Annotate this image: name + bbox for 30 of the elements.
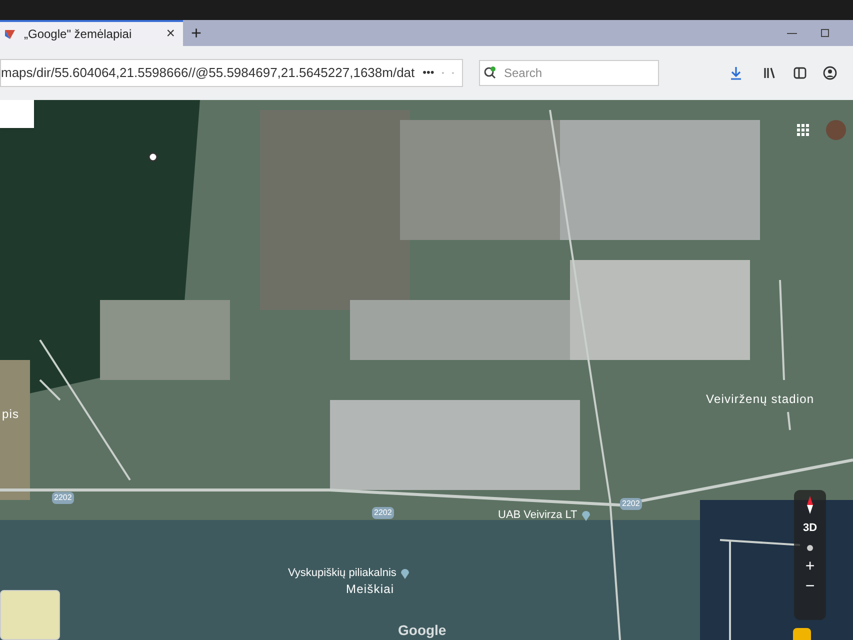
account-icon[interactable] — [823, 66, 837, 80]
pegman-icon[interactable] — [793, 628, 811, 640]
apps-grid-icon[interactable] — [797, 124, 809, 136]
address-bar[interactable]: maps/dir/55.604064,21.5598666//@55.5984697,21.5645227,1638m/dat ••• — [0, 59, 463, 87]
road-number: 2202 — [52, 492, 74, 504]
download-icon[interactable] — [729, 66, 743, 80]
tab-title: „Google" žemėlapiai — [24, 26, 133, 43]
place-label: Veivirženų stadion — [706, 391, 814, 408]
road-number: 2202 — [372, 507, 394, 519]
location-icon[interactable] — [807, 544, 813, 550]
minimize-icon[interactable] — [787, 32, 797, 34]
place-label: Meiškiai — [346, 581, 394, 598]
zoom-out-button[interactable]: − — [805, 578, 815, 594]
restore-icon[interactable] — [821, 29, 829, 37]
layer-thumbnail[interactable] — [0, 590, 60, 640]
place-label: pis — [2, 406, 20, 423]
close-tab-button[interactable]: × — [162, 22, 179, 46]
road-number: 2202 — [620, 498, 642, 510]
new-tab-button[interactable]: + — [183, 20, 210, 46]
sidebar-icon[interactable] — [793, 66, 807, 80]
poi-name: Vyskupiškių piliakalnis — [288, 566, 396, 581]
google-logo: Google — [398, 621, 446, 640]
page-actions-button[interactable]: ••• — [422, 64, 434, 82]
search-field[interactable]: Search — [479, 60, 659, 86]
poi-name: UAB Veivirza LT — [498, 508, 578, 523]
zoom-in-button[interactable]: + — [805, 558, 815, 574]
library-icon[interactable] — [763, 66, 777, 80]
browser-tab[interactable]: „Google" žemėlapiai × — [0, 20, 183, 46]
tilt-button[interactable]: 3D — [802, 520, 818, 536]
url-text: maps/dir/55.604064,21.5598666//@55.5984697,21.5645227,1638m/dat — [1, 64, 415, 82]
